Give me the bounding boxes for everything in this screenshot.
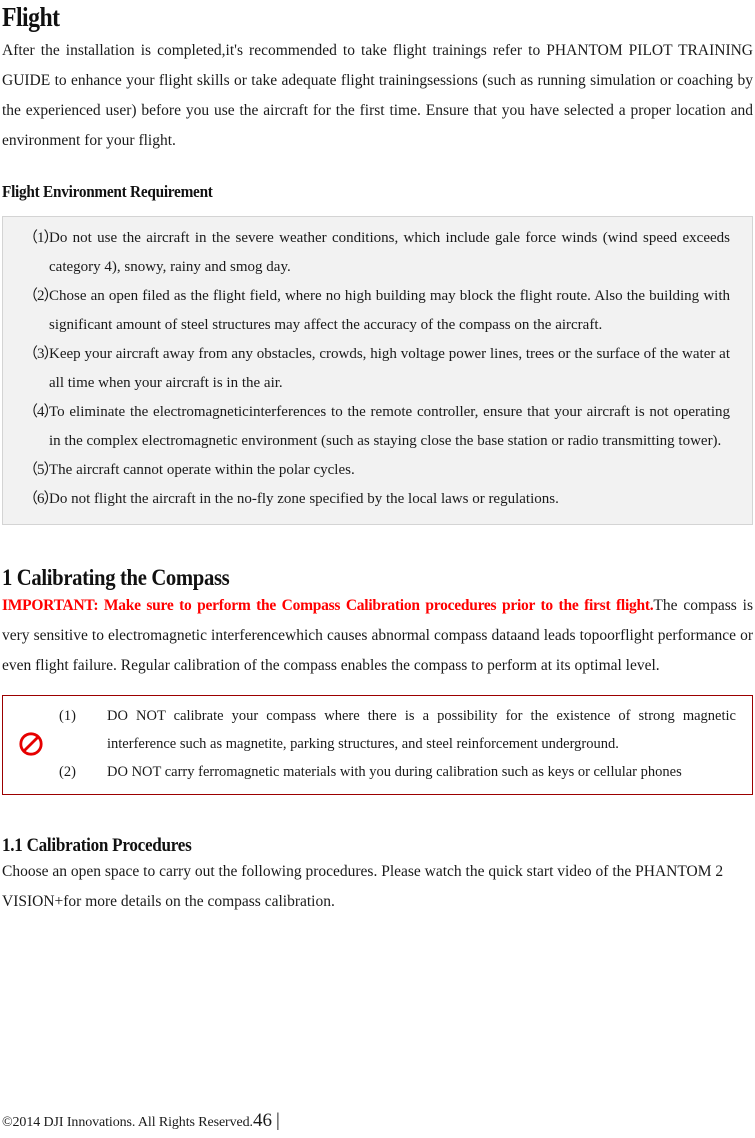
calibration-procedures-paragraph: Choose an open space to carry out the fo…	[2, 863, 724, 910]
list-item: （5） The aircraft cannot operate within t…	[13, 456, 742, 485]
list-text: DO NOT calibrate your compass where ther…	[107, 708, 736, 752]
warning-box: (1) DO NOT calibrate your compass where …	[2, 695, 753, 795]
list-text: Chose an open filed as the flight field,…	[49, 288, 730, 333]
copyright-text: ©2014 DJI Innovations. All Rights Reserv…	[2, 1115, 253, 1130]
list-marker: （4）	[23, 404, 59, 420]
page-number: 46	[252, 1110, 272, 1131]
list-text: Do not use the aircraft in the severe we…	[49, 230, 730, 275]
list-text: To eliminate the electromagneticinterfer…	[49, 404, 730, 449]
list-item: (2) DO NOT carry ferromagnetic materials…	[59, 758, 744, 786]
page-title: Flight	[2, 2, 60, 32]
flight-environment-heading: Flight Environment Requirement	[2, 182, 213, 201]
footer-separator: |	[275, 1110, 280, 1131]
warning-icon-cell	[3, 731, 59, 757]
calibrating-compass-paragraph: IMPORTANT: Make sure to perform the Comp…	[2, 591, 753, 681]
calibration-procedures-heading: 1.1 Calibration Procedures	[2, 835, 192, 856]
list-item: （4） To eliminate the electromagneticinte…	[13, 398, 742, 456]
list-text: Keep your aircraft away from any obstacl…	[49, 346, 730, 391]
list-item: （6） Do not flight the aircraft in the no…	[13, 485, 742, 514]
prohibition-icon	[19, 732, 43, 756]
list-marker: (1)	[59, 708, 76, 724]
list-marker: （1）	[23, 230, 59, 246]
document-page: Flight After the installation is complet…	[0, 2, 755, 1138]
list-marker: （5）	[23, 462, 59, 478]
list-text: DO NOT carry ferromagnetic materials wit…	[107, 764, 682, 780]
list-item: （1） Do not use the aircraft in the sever…	[13, 224, 742, 282]
flight-environment-box: （1） Do not use the aircraft in the sever…	[2, 216, 753, 525]
calibrating-compass-heading: 1 Calibrating the Compass	[2, 565, 230, 590]
list-marker: （3）	[23, 346, 59, 362]
important-notice: IMPORTANT: Make sure to perform the Comp…	[2, 597, 654, 614]
list-item: (1) DO NOT calibrate your compass where …	[59, 702, 744, 758]
list-item: （2） Chose an open filed as the flight fi…	[13, 282, 742, 340]
list-marker: （2）	[23, 288, 59, 304]
warning-list: (1) DO NOT calibrate your compass where …	[59, 702, 744, 786]
list-text: The aircraft cannot operate within the p…	[49, 462, 355, 478]
list-marker: （6）	[23, 491, 59, 507]
list-item: （3） Keep your aircraft away from any obs…	[13, 340, 742, 398]
list-marker: (2)	[59, 764, 76, 780]
intro-paragraph: After the installation is completed,it's…	[2, 42, 753, 149]
list-text: Do not flight the aircraft in the no-fly…	[49, 491, 559, 507]
page-footer: ©2014 DJI Innovations. All Rights Reserv…	[2, 1110, 280, 1132]
